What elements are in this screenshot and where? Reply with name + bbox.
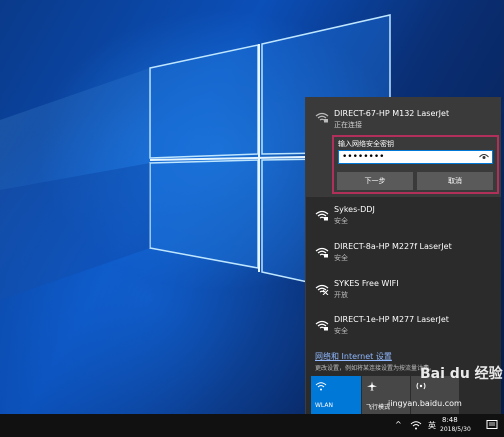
network-status: 安全 xyxy=(334,217,348,225)
expanded-network-status: 正在连接 xyxy=(334,121,362,129)
wifi-secured-icon xyxy=(315,112,329,123)
baidu-jingyan-watermark: Bai du 经验 jingyan.baidu.com xyxy=(388,363,503,413)
wifi-secured-icon xyxy=(315,210,329,221)
network-list-item[interactable]: Sykes-DDJ 安全 xyxy=(306,201,501,231)
input-method-indicator[interactable]: 英 xyxy=(428,420,436,431)
wlan-tile-label: WLAN xyxy=(315,402,334,409)
airplane-tile-label: 飞行模式 xyxy=(366,404,391,411)
show-hidden-icons-button[interactable]: ^ xyxy=(395,420,402,429)
expanded-network-item[interactable]: DIRECT-67-HP M132 LaserJet 正在连接 输入网络安全密钥… xyxy=(306,97,501,197)
wifi-secured-icon xyxy=(315,320,329,331)
taskbar: ^ 英 8:48 2018/5/30 xyxy=(0,414,504,437)
action-center-icon[interactable] xyxy=(486,419,498,431)
network-name: Sykes-DDJ xyxy=(334,205,375,214)
network-name: DIRECT-8a-HP M227f LaserJet xyxy=(334,242,452,251)
clock-date[interactable]: 2018/5/30 xyxy=(440,426,471,433)
network-list-item[interactable]: DIRECT-8a-HP M227f LaserJet 安全 xyxy=(306,238,501,268)
network-name: SYKES Free WIFI xyxy=(334,279,399,288)
network-settings-link[interactable]: 网络和 Internet 设置 xyxy=(315,351,392,362)
security-key-label: 输入网络安全密钥 xyxy=(338,140,394,148)
network-status: 开放 xyxy=(334,291,348,299)
network-name: DIRECT-1e-HP M277 LaserJet xyxy=(334,315,449,324)
next-button[interactable]: 下一步 xyxy=(337,172,413,190)
watermark-url: jingyan.baidu.com xyxy=(388,399,462,408)
wifi-icon xyxy=(315,382,327,391)
reveal-password-icon[interactable] xyxy=(479,153,489,161)
clock-time[interactable]: 8:48 xyxy=(442,416,458,424)
network-tray-icon[interactable] xyxy=(410,419,422,431)
airplane-icon xyxy=(367,381,377,391)
wlan-toggle-tile[interactable]: WLAN xyxy=(311,376,361,414)
watermark-logo-text: Bai du 经验 xyxy=(420,366,503,382)
cancel-button[interactable]: 取消 xyxy=(417,172,493,190)
network-list-item[interactable]: DIRECT-1e-HP M277 LaserJet 安全 xyxy=(306,311,501,341)
security-key-value: •••••••• xyxy=(342,152,385,162)
security-key-panel: 输入网络安全密钥 •••••••• 下一步 取消 xyxy=(332,135,499,194)
security-key-input[interactable]: •••••••• xyxy=(338,150,493,164)
expanded-network-name: DIRECT-67-HP M132 LaserJet xyxy=(334,109,450,118)
network-status: 安全 xyxy=(334,254,348,262)
wifi-open-icon xyxy=(315,284,329,295)
wifi-secured-icon xyxy=(315,247,329,258)
network-status: 安全 xyxy=(334,327,348,335)
network-list-item[interactable]: SYKES Free WIFI 开放 xyxy=(306,275,501,305)
